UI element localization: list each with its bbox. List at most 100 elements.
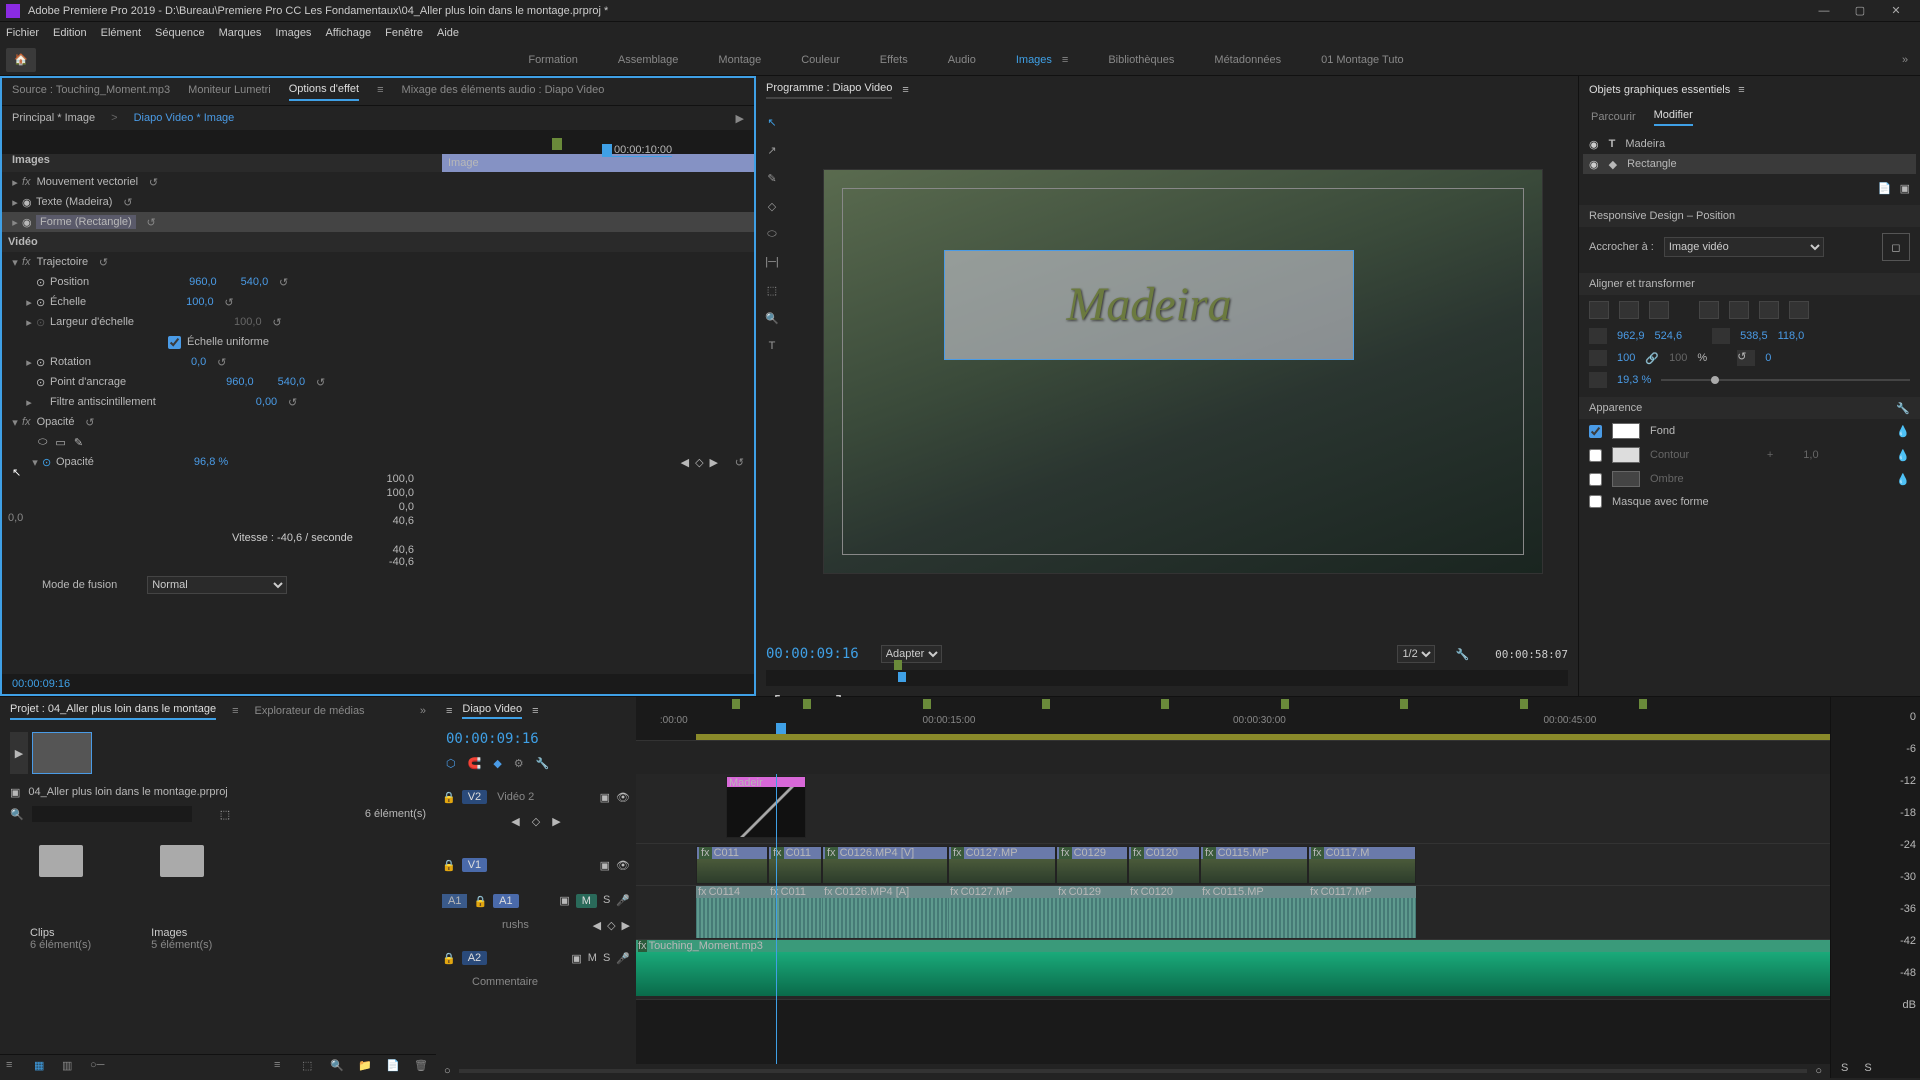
- timeline-scrollbar[interactable]: [636, 1000, 1830, 1014]
- egp-menu-icon[interactable]: ≡: [1738, 84, 1744, 96]
- tab-audio-mix[interactable]: Mixage des éléments audio : Diapo Video: [402, 84, 605, 100]
- row-text[interactable]: ▸◉Texte (Madeira)↺: [2, 192, 754, 212]
- eye-icon[interactable]: 👁: [616, 859, 630, 872]
- solo-left[interactable]: S: [1841, 1062, 1848, 1074]
- new-item-icon[interactable]: 📄: [386, 1059, 402, 1075]
- new-layer-button[interactable]: 📄: [1878, 182, 1892, 195]
- close-button[interactable]: ✕: [1878, 4, 1914, 17]
- uniform-scale-checkbox[interactable]: [168, 336, 181, 349]
- minimize-button[interactable]: —: [1806, 5, 1842, 17]
- row-scale[interactable]: ▸⊙Échelle100,0↺: [2, 292, 754, 312]
- filter-icon[interactable]: ⬚: [220, 808, 230, 821]
- track-prev-icon[interactable]: ◀: [511, 815, 519, 828]
- media-browser-tab[interactable]: Explorateur de médias: [255, 705, 365, 717]
- type-tool-icon[interactable]: T: [762, 336, 782, 356]
- egp-browse-tab[interactable]: Parcourir: [1591, 111, 1636, 123]
- track-v2[interactable]: Madeir: [636, 774, 1830, 844]
- preview-thumbnail[interactable]: [32, 732, 92, 774]
- menu-sequence[interactable]: Séquence: [155, 27, 205, 39]
- menu-help[interactable]: Aide: [437, 27, 459, 39]
- mask-checkbox[interactable]: [1589, 495, 1602, 508]
- audio-clip[interactable]: fxC0120: [1128, 886, 1200, 938]
- zoom-select[interactable]: 1/2: [1397, 645, 1435, 663]
- section-images-header[interactable]: Images: [2, 154, 442, 172]
- opacity-graph[interactable]: 100,0 100,0 0,0 40,6 0,0: [32, 472, 754, 532]
- sequence-clip-link[interactable]: Diapo Video * Image: [134, 112, 235, 124]
- lock-icon[interactable]: 🔒: [473, 895, 487, 908]
- align-left-icon[interactable]: [1589, 301, 1609, 319]
- pin-target-select[interactable]: Image vidéo: [1664, 237, 1824, 257]
- menu-clip[interactable]: Elément: [101, 27, 141, 39]
- menu-edit[interactable]: Edition: [53, 27, 87, 39]
- menu-view[interactable]: Affichage: [325, 27, 371, 39]
- clip-bar[interactable]: Image: [442, 154, 754, 172]
- selection-tool-icon[interactable]: ↖: [762, 112, 782, 132]
- track-next-icon[interactable]: ▶: [552, 815, 560, 828]
- mic-icon[interactable]: ▣: [559, 894, 569, 908]
- program-viewer[interactable]: Madeira: [788, 104, 1578, 638]
- program-tab[interactable]: Programme : Diapo Video: [766, 82, 892, 99]
- home-button[interactable]: 🏠: [6, 48, 36, 72]
- icon-view-icon[interactable]: ▦: [34, 1059, 50, 1075]
- freeform-view-icon[interactable]: ▥: [62, 1059, 78, 1075]
- ws-effects[interactable]: Effets: [880, 50, 908, 70]
- row-anchor[interactable]: ⊙Point d'ancrage960,0540,0↺: [2, 372, 754, 392]
- row-shape[interactable]: ▸◉Forme (Rectangle)↺: [2, 212, 754, 232]
- ws-libraries[interactable]: Bibliothèques: [1108, 50, 1174, 70]
- project-menu-icon[interactable]: ≡: [232, 705, 238, 717]
- section-video-header[interactable]: Vidéo: [2, 232, 754, 252]
- zoom-slider-icon[interactable]: ○─: [90, 1059, 106, 1075]
- row-blend-mode[interactable]: Mode de fusion Normal: [2, 572, 754, 598]
- ws-menu-icon[interactable]: ≡: [1062, 50, 1068, 70]
- opacity-slider[interactable]: [1661, 379, 1910, 381]
- solo-right[interactable]: S: [1864, 1062, 1871, 1074]
- stroke-picker-icon[interactable]: 💧: [1896, 449, 1910, 462]
- work-area-bar[interactable]: [696, 734, 1830, 740]
- link-icon[interactable]: 🔗: [1645, 352, 1659, 365]
- a2-header[interactable]: 🔒A2▣MS🎤: [436, 946, 636, 970]
- audio-clip[interactable]: fxC0114: [696, 886, 768, 938]
- v2-header[interactable]: 🔒V2Vidéo 2▣👁: [436, 785, 636, 809]
- anchor-y[interactable]: 118,0: [1778, 330, 1805, 342]
- hand-tool-icon[interactable]: ⬚: [762, 280, 782, 300]
- ws-color[interactable]: Couleur: [801, 50, 840, 70]
- v1-header[interactable]: 🔒V1▣👁: [436, 844, 636, 886]
- ws-metadata[interactable]: Métadonnées: [1214, 50, 1281, 70]
- group-button[interactable]: ▣: [1900, 182, 1910, 195]
- sequence-tab[interactable]: Diapo Video: [462, 703, 522, 719]
- stroke-width[interactable]: 1,0: [1803, 449, 1818, 461]
- layer-rectangle[interactable]: ◉◆Rectangle: [1583, 154, 1916, 174]
- timeline-caret-icon[interactable]: ▶: [736, 112, 744, 125]
- row-opacity-value[interactable]: ↖ ▾⊙Opacité96,8 % ◀ ◇ ▶ ↺: [2, 452, 754, 472]
- solo-button[interactable]: S: [603, 894, 610, 908]
- responsive-header[interactable]: Responsive Design – Position: [1579, 205, 1920, 227]
- direct-select-icon[interactable]: ↗: [762, 140, 782, 160]
- a1-header[interactable]: A1🔒A1▣MS🎤: [436, 889, 636, 913]
- next-keyframe-button[interactable]: ▶: [710, 456, 718, 469]
- video-clip[interactable]: fxC0129: [1056, 846, 1128, 884]
- align-vcenter-icon[interactable]: [1729, 301, 1749, 319]
- wrench-icon[interactable]: 🔧: [1455, 648, 1469, 661]
- pos-y[interactable]: 524,6: [1655, 330, 1683, 342]
- track-kf-icon[interactable]: ◇: [607, 919, 615, 932]
- ellipse-mask-icon[interactable]: ⬭: [38, 436, 47, 449]
- add-keyframe-button[interactable]: ◇: [695, 456, 703, 469]
- delete-icon[interactable]: 🗑: [414, 1059, 430, 1075]
- video-clip[interactable]: fxC011: [696, 846, 768, 884]
- ellipse-tool-icon[interactable]: ⬭: [762, 224, 782, 244]
- master-clip-label[interactable]: Principal * Image: [12, 112, 95, 124]
- fill-swatch[interactable]: [1612, 423, 1640, 439]
- solo-button[interactable]: S: [603, 952, 610, 965]
- shadow-picker-icon[interactable]: 💧: [1896, 473, 1910, 486]
- timeline-ruler[interactable]: :00:00 00:00:15:00 00:00:30:00 00:00:45:…: [636, 697, 1830, 741]
- tab-effect-options[interactable]: Options d'effet: [289, 83, 359, 101]
- lock-icon[interactable]: 🔒: [442, 859, 456, 872]
- voice-icon[interactable]: 🎤: [616, 894, 630, 908]
- voice-icon[interactable]: 🎤: [616, 952, 630, 965]
- search-icon[interactable]: 🔍: [10, 808, 24, 821]
- timeline-menu-icon[interactable]: ≡: [446, 705, 452, 717]
- audio-clip[interactable]: fxC0127.MP: [948, 886, 1056, 938]
- sort-icon[interactable]: ≡: [274, 1059, 290, 1075]
- align-tool-icon[interactable]: |─|: [762, 252, 782, 272]
- video-clip[interactable]: fxC0127.MP: [948, 846, 1056, 884]
